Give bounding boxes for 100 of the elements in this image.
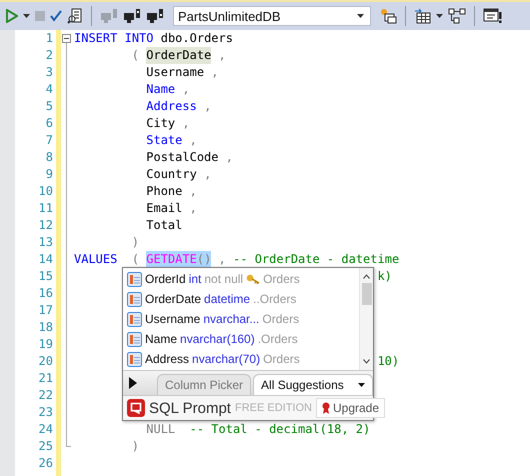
table-icon [127,312,142,326]
suggestion-item[interactable]: OrderId int not null Orders [123,269,359,289]
code-punctuation: , [190,200,197,217]
selected-function-name: GETDATE [146,251,197,268]
diagram-icon[interactable] [448,8,466,24]
line-number: 16 [38,285,53,302]
line-number: 7 [46,132,53,149]
table-icon [127,272,142,286]
null-keyword: NULL [146,421,176,438]
code-comment: -- Total - decimal(18, 2) [190,421,370,438]
dropdown-caret-icon[interactable] [357,14,364,18]
table-name: Orders [262,312,300,326]
line-number: 2 [46,47,53,64]
suggestion-tab[interactable]: Column Picker [157,374,252,395]
caret-icon[interactable] [23,14,30,18]
line-number: 13 [38,234,53,251]
code-punctuation: , [204,166,212,183]
code-punctuation: ) [132,438,140,455]
column-type: datetime [204,292,250,306]
column-type: nvarchar(70) [192,352,260,366]
code-identifier: City [146,115,176,132]
line-number: 19 [38,336,53,353]
code-punctuation: ) [132,234,140,251]
document-search-icon[interactable] [67,8,83,24]
column-name: OrderDate [145,292,202,306]
suggestion-item[interactable]: Username nvarchar... Orders [123,309,359,329]
run-icon[interactable] [6,9,18,23]
line-number: 18 [38,319,53,336]
database-dropdown[interactable]: PartsUnlimitedDB [173,6,371,26]
column-name: Address [145,352,190,366]
code-punctuation: , [182,115,190,132]
collapse-icon[interactable] [62,34,71,43]
column-name: Name [145,332,178,346]
code-comment: k) [377,268,392,285]
line-number: 1 [46,30,53,47]
code-identifier: Email [146,200,182,217]
ribbon-icon [322,402,330,414]
code-punctuation: ( [132,47,140,64]
code-identifier: Phone [146,183,182,200]
sql-keyword: Address [146,98,197,115]
column-type: nvarchar(160) [180,332,255,346]
code-punctuation: , [218,251,226,268]
window-alert-icon[interactable] [483,8,503,24]
code-punctuation: , [211,64,219,81]
code-identifier: Total [146,217,182,234]
table-name: Orders [263,352,300,366]
code-punctuation: , [190,132,197,149]
caret-icon[interactable] [358,383,365,387]
line-number: 17 [38,302,53,319]
code-punctuation: , [204,98,212,115]
computer-icon[interactable] [146,8,164,24]
line-number: 22 [38,387,53,404]
suggestion-tab[interactable]: All Suggestions [253,374,373,395]
speech-bubble-logo-icon [127,399,145,417]
scroll-down-icon[interactable] [363,359,370,364]
sql-keyword: Name [146,81,176,98]
highlighted-code-identifier: OrderDate [146,47,212,64]
line-number: 12 [38,217,53,234]
line-number: 9 [46,166,53,183]
table-name: .Orders [258,332,298,346]
column-name: Username [145,312,200,326]
suggestion-item[interactable]: Address nvarchar(70) Orders [123,349,359,369]
sql-keyword: State [146,132,182,149]
play-icon[interactable] [129,377,137,389]
suggestion-item[interactable]: OrderDate datetime ..Orders [123,289,359,309]
upgrade-button[interactable]: Upgrade [316,398,386,418]
line-number: 21 [38,370,53,387]
table-icon [127,292,142,306]
line-number: 25 [38,438,53,455]
column-constraint: not null [204,272,244,286]
sql-keyword: VALUES [74,251,118,268]
table-icon [127,332,142,346]
code-comment: 10) [377,353,400,370]
line-number: 6 [46,115,53,132]
table-grid-icon[interactable] [414,8,431,24]
code-punctuation: , [218,47,226,64]
line-number: 15 [38,268,53,285]
table-icon [127,352,142,366]
line-number: 23 [38,404,53,421]
code-punctuation: , [226,149,233,166]
sql-keyword: INSERT [74,30,118,47]
column-name: OrderId [145,272,186,286]
code-identifier: Country [146,166,197,183]
line-number: 4 [46,81,53,98]
code-punctuation: , [182,81,190,98]
windows-icon[interactable] [380,8,397,24]
caret-icon[interactable] [436,14,443,18]
line-number: 26 [38,455,53,472]
check-icon[interactable] [50,10,62,22]
scrollbar-thumb[interactable] [362,283,372,305]
line-number: 11 [38,200,53,217]
line-number: 5 [46,98,53,115]
suggestion-item[interactable]: Name nvarchar(160) .Orders [123,329,359,349]
computer-icon[interactable] [123,8,141,24]
line-number: 3 [46,64,53,81]
scrollbar[interactable] [359,268,373,370]
code-identifier: dbo.Orders [160,30,233,47]
line-number: 24 [38,421,53,438]
line-number: 14 [38,251,53,268]
scroll-up-icon[interactable] [363,274,370,279]
